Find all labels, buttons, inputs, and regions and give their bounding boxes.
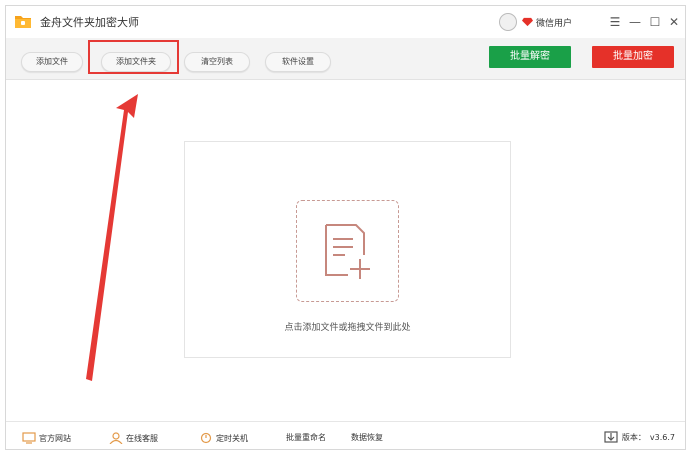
download-icon: [604, 431, 618, 443]
website-link[interactable]: 官方网站: [22, 432, 71, 444]
rename-label: 批量重命名: [286, 433, 326, 442]
app-window: 金舟文件夹加密大师 微信用户 ☰ — ☐ ✕ 添加文件 添加文件夹 清空列表 软…: [5, 5, 686, 450]
shutdown-link[interactable]: 定时关机: [199, 432, 248, 444]
highlight-box: [88, 40, 179, 74]
shutdown-label: 定时关机: [216, 433, 248, 443]
minimize-icon[interactable]: —: [626, 12, 644, 32]
drop-hint: 点击添加文件或拖拽文件到此处: [284, 323, 411, 333]
gem-icon: [522, 17, 533, 27]
support-label: 在线客服: [126, 433, 158, 443]
user-label[interactable]: 微信用户: [536, 16, 572, 29]
settings-button[interactable]: 软件设置: [265, 52, 331, 72]
app-title: 金舟文件夹加密大师: [40, 16, 139, 29]
recovery-link[interactable]: 数据恢复: [351, 432, 383, 443]
support-link[interactable]: 在线客服: [109, 432, 158, 444]
footer: 官方网站 在线客服 定时关机 批量重命名 数据恢复 版本： v3.6.7: [6, 421, 685, 449]
close-icon[interactable]: ✕: [665, 12, 683, 32]
maximize-icon[interactable]: ☐: [646, 12, 664, 32]
batch-decrypt-button[interactable]: 批量解密: [489, 46, 571, 68]
document-add-icon: [325, 224, 370, 279]
clear-list-button[interactable]: 清空列表: [184, 52, 250, 72]
rename-link[interactable]: 批量重命名: [286, 432, 326, 443]
annotation-arrow: [86, 94, 138, 381]
version-info[interactable]: 版本： v3.6.7: [604, 431, 675, 443]
file-list-area[interactable]: 点击添加文件或拖拽文件到此处: [184, 141, 511, 358]
website-label: 官方网站: [39, 433, 71, 443]
version-number: v3.6.7: [649, 432, 675, 442]
drop-target[interactable]: [296, 200, 399, 302]
person-icon: [109, 432, 123, 444]
recovery-label: 数据恢复: [351, 433, 383, 442]
folder-logo-icon: [15, 16, 31, 28]
version-label: 版本：: [621, 432, 646, 442]
monitor-icon: [22, 432, 36, 444]
menu-icon[interactable]: ☰: [606, 12, 624, 32]
batch-encrypt-button[interactable]: 批量加密: [592, 46, 674, 68]
add-file-button[interactable]: 添加文件: [21, 52, 83, 72]
timer-icon: [200, 432, 212, 444]
avatar-icon[interactable]: [499, 13, 517, 31]
title-bar: 金舟文件夹加密大师 微信用户 ☰ — ☐ ✕: [6, 6, 685, 38]
